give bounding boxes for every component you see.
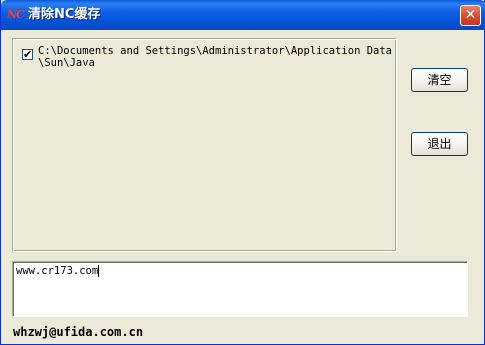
text-caret xyxy=(98,265,100,277)
url-text-value: www.cr173.com xyxy=(16,265,100,277)
title-bar[interactable]: NC 清除NC缓存 ✕ xyxy=(1,0,485,30)
url-text-area[interactable]: www.cr173.com xyxy=(12,261,468,317)
list-item-path: C:\Documents and Settings\Administrator\… xyxy=(38,45,393,69)
list-item-checkbox[interactable]: ✔ xyxy=(22,49,33,60)
main-window: NC 清除NC缓存 ✕ ✔ C:\Documents and Settings\… xyxy=(0,0,485,345)
exit-button[interactable]: 退出 xyxy=(411,132,468,156)
author-email: whzwj@ufida.com.cn xyxy=(13,325,144,339)
cache-path-list[interactable]: ✔ C:\Documents and Settings\Administrato… xyxy=(12,38,397,252)
clear-button[interactable]: 清空 xyxy=(411,68,468,92)
close-icon: ✕ xyxy=(464,7,477,23)
checkmark-icon: ✔ xyxy=(23,48,33,61)
window-title: 清除NC缓存 xyxy=(28,7,101,22)
app-icon: NC xyxy=(7,8,25,21)
close-button[interactable]: ✕ xyxy=(460,5,481,26)
url-text: www.cr173.com xyxy=(16,265,99,277)
